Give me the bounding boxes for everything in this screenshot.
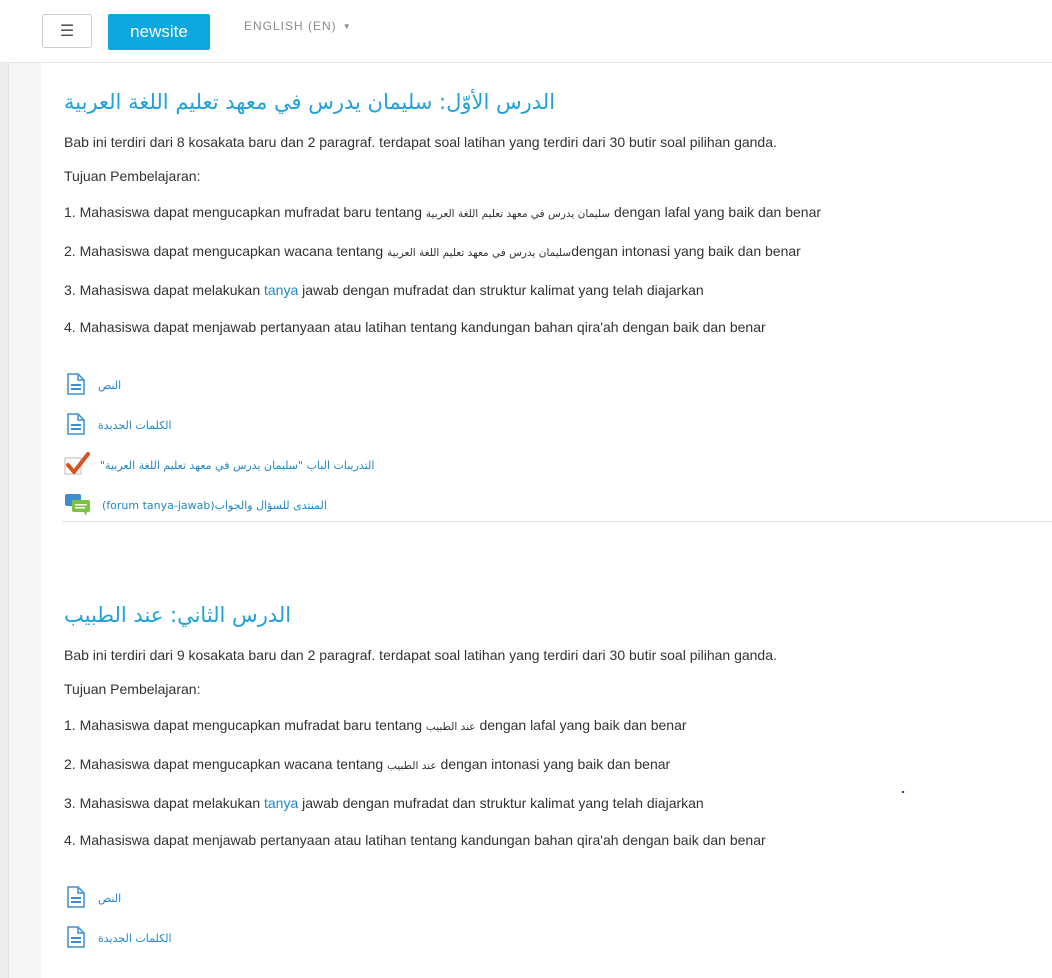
activity-vocabulary-page[interactable]: الكلمات الجديدة <box>64 925 1014 951</box>
activity-label[interactable]: النص <box>98 892 121 905</box>
file-icon <box>64 925 88 951</box>
activity-text-page[interactable]: النص <box>64 372 1014 398</box>
language-label: ENGLISH (EN) <box>244 19 337 33</box>
objective-item: 2. Mahasiswa dapat mengucapkan wacana te… <box>64 242 1014 262</box>
objective-text: 1. Mahasiswa dapat mengucapkan mufradat … <box>64 717 426 733</box>
section-title[interactable]: الدرس الأوّل: سليمان يدرس في معهد تعليم … <box>64 90 555 114</box>
section-summary: Bab ini terdiri dari 8 kosakata baru dan… <box>64 134 777 150</box>
site-brand-button[interactable]: newsite <box>108 14 210 50</box>
left-gutter <box>9 63 41 978</box>
stray-dot <box>902 791 904 793</box>
objectives-heading: Tujuan Pembelajaran: <box>64 681 201 697</box>
objective-text: dengan intonasi yang baik dan benar <box>571 243 801 259</box>
brand-label: newsite <box>130 22 188 41</box>
language-menu[interactable]: ENGLISH (EN) ▼ <box>244 19 352 33</box>
objective-text: jawab dengan mufradat dan struktur kalim… <box>298 282 704 298</box>
objective-text: dengan lafal yang baik dan benar <box>610 204 822 220</box>
forum-icon <box>64 492 92 519</box>
objective-text: 2. Mahasiswa dapat mengucapkan wacana te… <box>64 756 387 772</box>
page-frame-edge <box>0 63 9 978</box>
objective-arabic-text: عند الطبيب <box>425 721 476 733</box>
objective-text: 1. Mahasiswa dapat mengucapkan mufradat … <box>64 204 426 220</box>
activity-forum[interactable]: المنتدى للسؤال والجواب(forum tanya-jawab… <box>64 492 1014 518</box>
section-summary: Bab ini terdiri dari 9 kosakata baru dan… <box>64 647 777 663</box>
file-icon <box>64 885 88 911</box>
course-section-1: الدرس الأوّل: سليمان يدرس في معهد تعليم … <box>64 90 1014 518</box>
menu-toggle-button[interactable]: ☰ <box>42 14 92 48</box>
quiz-check-icon <box>64 451 90 479</box>
file-icon <box>64 412 88 438</box>
activity-text-page[interactable]: النص <box>64 885 1014 911</box>
objective-text: 3. Mahasiswa dapat melakukan <box>64 282 264 298</box>
objective-text: 2. Mahasiswa dapat mengucapkan wacana te… <box>64 243 387 259</box>
objective-item: 1. Mahasiswa dapat mengucapkan mufradat … <box>64 203 1014 223</box>
caret-down-icon: ▼ <box>342 22 352 32</box>
course-section-2: الدرس الثاني: عند الطبيب Bab ini terdiri… <box>64 603 1014 951</box>
objective-item: 3. Mahasiswa dapat melakukan tanya jawab… <box>64 794 1014 812</box>
activity-quiz[interactable]: التدريبات الباب "سليمان يدرس في معهد تعل… <box>64 451 1014 479</box>
objective-item: 4. Mahasiswa dapat menjawab pertanyaan a… <box>64 319 766 335</box>
objective-item: 2. Mahasiswa dapat mengucapkan wacana te… <box>64 755 1014 775</box>
top-navbar: ☰ newsite ENGLISH (EN) ▼ <box>0 0 1052 63</box>
file-icon <box>64 372 88 398</box>
activity-vocabulary-page[interactable]: الكلمات الجديدة <box>64 412 1014 438</box>
objective-item: 1. Mahasiswa dapat mengucapkan mufradat … <box>64 716 1014 736</box>
objective-item: 4. Mahasiswa dapat menjawab pertanyaan a… <box>64 832 766 848</box>
activity-label[interactable]: الكلمات الجديدة <box>98 932 172 945</box>
activity-label[interactable]: الكلمات الجديدة <box>98 419 172 432</box>
activity-label[interactable]: المنتدى للسؤال والجواب(forum tanya-jawab… <box>102 499 327 512</box>
objective-arabic-text: سليمان يدرس في معهد تعليم اللغة العربية <box>425 208 611 220</box>
objective-text: jawab dengan mufradat dan struktur kalim… <box>298 795 704 811</box>
hamburger-icon: ☰ <box>59 23 75 40</box>
section-title[interactable]: الدرس الثاني: عند الطبيب <box>64 603 291 627</box>
objective-item: 3. Mahasiswa dapat melakukan tanya jawab… <box>64 281 1014 299</box>
activity-label[interactable]: التدريبات الباب "سليمان يدرس في معهد تعل… <box>100 459 374 472</box>
objective-text: 3. Mahasiswa dapat melakukan <box>64 795 264 811</box>
objective-text: dengan intonasi yang baik dan benar <box>436 756 671 772</box>
section-divider <box>62 521 1052 522</box>
glossary-link[interactable]: tanya <box>264 795 298 811</box>
objective-arabic-text: عند الطبيب <box>387 760 437 772</box>
objective-arabic-text: سليمان يدرس في معهد تعليم اللغة العربية <box>387 247 572 259</box>
objectives-heading: Tujuan Pembelajaran: <box>64 168 201 184</box>
activity-label[interactable]: النص <box>98 379 121 392</box>
glossary-link[interactable]: tanya <box>264 282 298 298</box>
objective-text: dengan lafal yang baik dan benar <box>475 717 687 733</box>
